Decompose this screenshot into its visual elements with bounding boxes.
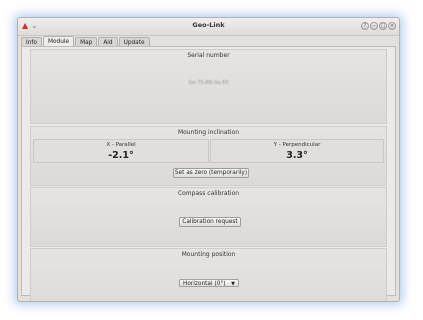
x-parallel-label: X - Parallel [106, 142, 136, 148]
x-parallel-value: -2.1° [108, 150, 134, 161]
window-title: Geo-Link [192, 21, 225, 29]
serial-number-title: Serial number [187, 52, 230, 59]
title-bar[interactable]: ▲ ⌄ Geo-Link ? − □ × [18, 18, 399, 36]
set-zero-button[interactable]: Set as zero (temporarily) [173, 168, 249, 178]
help-icon[interactable]: ? [361, 22, 369, 30]
module-panel: Serial number Ge-7S-8N-9a-E0 Mounting in… [21, 46, 396, 301]
y-perpendicular-panel: Y - Perpendicular 3.3° [210, 139, 384, 163]
mounting-position-select[interactable]: Horizontal (0°) ▼ [179, 279, 239, 287]
mounting-inclination-group: Mounting inclination X - Parallel -2.1° … [30, 126, 387, 186]
mounting-position-value: Horizontal (0°) [183, 281, 226, 287]
mounting-inclination-title: Mounting inclination [177, 129, 240, 136]
maximize-icon[interactable]: □ [379, 22, 387, 30]
serial-number-group: Serial number Ge-7S-8N-9a-E0 [30, 49, 387, 124]
mounting-position-group: Mounting position Horizontal (0°) ▼ [30, 248, 387, 301]
mounting-position-title: Mounting position [181, 251, 236, 258]
y-perpendicular-label: Y - Perpendicular [273, 142, 321, 148]
x-parallel-panel: X - Parallel -2.1° [33, 139, 209, 163]
chevron-down-icon: ▼ [231, 281, 235, 287]
minimize-icon[interactable]: − [370, 22, 378, 30]
close-icon[interactable]: × [388, 22, 396, 30]
compass-calibration-title: Compass calibration [177, 190, 240, 197]
compass-calibration-group: Compass calibration Calibration request [30, 187, 387, 247]
app-window: ▲ ⌄ Geo-Link ? − □ × Info Module Map Aid… [17, 17, 400, 302]
calibration-request-button[interactable]: Calibration request [179, 217, 241, 227]
y-perpendicular-value: 3.3° [286, 150, 308, 161]
serial-number-value: Ge-7S-8N-9a-E0 [188, 80, 229, 86]
